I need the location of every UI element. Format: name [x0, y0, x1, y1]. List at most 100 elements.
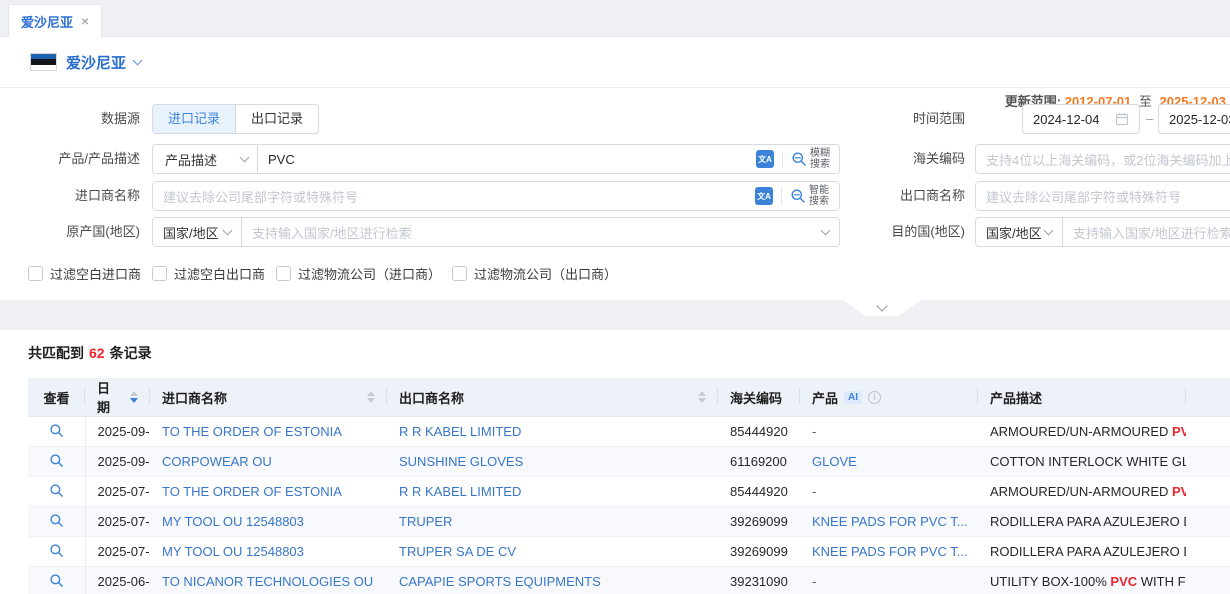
- smart-search-label: 智能 搜索: [809, 185, 829, 208]
- table-row: 2025-07-10 MY TOOL OU 12548803 TRUPER SA…: [28, 537, 1230, 567]
- fuzzy-search-button[interactable]: 模糊 搜索: [791, 148, 830, 171]
- exporter-link[interactable]: CAPAPIE SPORTS EQUIPMENTS: [387, 567, 718, 594]
- importer-link[interactable]: CORPOWEAR OU: [150, 447, 387, 477]
- smart-search-button[interactable]: 智能 搜索: [790, 185, 829, 208]
- filter-blank-importer-checkbox[interactable]: 过滤空白进口商: [28, 264, 141, 283]
- sort-icons-importer[interactable]: [367, 391, 375, 403]
- checkbox[interactable]: [452, 266, 467, 281]
- importer-name-input[interactable]: 建议去除公司尾部字符或特殊符号 文A 智能 搜索: [152, 181, 840, 211]
- importer-link[interactable]: TO NICANOR TECHNOLOGIES OU: [150, 567, 387, 594]
- exporter-link[interactable]: R R KABEL LIMITED: [387, 477, 718, 507]
- description-cell: COTTON INTERLOCK WHITE GLOVES...: [978, 447, 1186, 477]
- import-records-tab[interactable]: 进口记录: [153, 105, 235, 133]
- chevron-down-icon: [223, 226, 233, 236]
- product-cell: -: [800, 417, 978, 447]
- date-cell: 2025-09-08: [85, 447, 150, 477]
- translate-icon[interactable]: 文A: [756, 150, 774, 168]
- end-date-input[interactable]: 2025-12-03: [1158, 104, 1230, 134]
- chevron-down-icon: [1044, 226, 1054, 236]
- date-cell: 2025-09-30: [85, 417, 150, 447]
- origin-placeholder: 支持输入国家/地区进行检索: [252, 223, 412, 242]
- table-row: 2025-09-08 CORPOWEAR OU SUNSHINE GLOVES …: [28, 447, 1230, 477]
- date-cell: 2025-07-10: [85, 537, 150, 567]
- checkbox[interactable]: [28, 266, 43, 281]
- importer-link[interactable]: MY TOOL OU 12548803: [150, 537, 387, 567]
- data-source-toggle: 进口记录 出口记录: [152, 104, 319, 134]
- description-cell: ARMOURED/UN-ARMOURED PVC I...: [978, 477, 1186, 507]
- date-cell: 2025-07-10: [85, 507, 150, 537]
- filter-logistics-exporter-checkbox[interactable]: 过滤物流公司（出口商）: [452, 264, 617, 283]
- view-record-button[interactable]: [28, 507, 85, 537]
- col-header-importer[interactable]: 进口商名称: [150, 378, 387, 417]
- col-header-product: 产品 AI i: [800, 378, 978, 417]
- sort-icons-date[interactable]: [130, 391, 138, 403]
- filler-cell: [1186, 477, 1230, 507]
- calendar-icon: [1115, 112, 1129, 126]
- origin-country-label: 原产国(地区): [0, 217, 140, 247]
- country-name[interactable]: 爱沙尼亚: [66, 52, 126, 73]
- translate-icon[interactable]: 文A: [755, 187, 773, 205]
- app-window: 爱沙尼亚 × 爱沙尼亚 更新范围: 2012-07-01 至 2025-12-0…: [0, 0, 1230, 594]
- close-icon[interactable]: ×: [81, 14, 89, 28]
- hs-code-placeholder: 支持4位以上海关编码，或2位海关编码加上: [986, 150, 1230, 169]
- hscode-cell: 85444920: [718, 477, 800, 507]
- estonia-flag-icon: [30, 53, 57, 71]
- filter-logistics-importer-checkbox[interactable]: 过滤物流公司（进口商）: [276, 264, 441, 283]
- filter-blank-exporter-checkbox[interactable]: 过滤空白出口商: [152, 264, 265, 283]
- sort-icons-exporter[interactable]: [698, 391, 706, 403]
- exporter-link[interactable]: R R KABEL LIMITED: [387, 417, 718, 447]
- product-search-value: PVC: [268, 152, 295, 167]
- fuzzy-search-label: 模糊 搜索: [810, 148, 830, 171]
- view-record-button[interactable]: [28, 537, 85, 567]
- tab-estonia[interactable]: 爱沙尼亚 ×: [8, 4, 102, 37]
- product-link[interactable]: KNEE PADS FOR PVC T...: [800, 507, 978, 537]
- exporter-link[interactable]: TRUPER SA DE CV: [387, 537, 718, 567]
- product-search-input[interactable]: PVC 文A 模糊 搜索: [258, 144, 840, 174]
- chevron-down-icon: [240, 153, 250, 163]
- checkbox[interactable]: [152, 266, 167, 281]
- chevron-down-icon[interactable]: [133, 55, 143, 65]
- dest-country-input[interactable]: 支持输入国家/地区进行检索: [1062, 217, 1230, 247]
- hscode-cell: 39269099: [718, 507, 800, 537]
- filter-row-product: 产品/产品描述 产品描述 PVC 文A 模糊 搜: [0, 144, 1230, 174]
- col-header-date[interactable]: 日期: [85, 378, 150, 417]
- collapse-filters-button[interactable]: [843, 300, 921, 316]
- view-record-button[interactable]: [28, 477, 85, 507]
- checkbox[interactable]: [276, 266, 291, 281]
- importer-link[interactable]: MY TOOL OU 12548803: [150, 507, 387, 537]
- product-link[interactable]: KNEE PADS FOR PVC T...: [800, 537, 978, 567]
- exporter-link[interactable]: SUNSHINE GLOVES: [387, 447, 718, 477]
- summary-suffix: 条记录: [110, 345, 152, 361]
- product-link[interactable]: GLOVE: [800, 447, 978, 477]
- tab-title: 爱沙尼亚: [21, 12, 73, 31]
- filter-panel: 更新范围: 2012-07-01 至 2025-12-03 数据源 进口记录 出…: [0, 87, 1230, 300]
- view-record-button[interactable]: [28, 447, 85, 477]
- product-cell: -: [800, 477, 978, 507]
- exporter-link[interactable]: TRUPER: [387, 507, 718, 537]
- info-icon[interactable]: i: [868, 391, 881, 404]
- divider: [782, 151, 783, 167]
- product-search-group: 产品描述 PVC 文A 模糊 搜索: [152, 144, 840, 174]
- importer-link[interactable]: TO THE ORDER OF ESTONIA: [150, 477, 387, 507]
- hs-code-input[interactable]: 支持4位以上海关编码，或2位海关编码加上: [975, 144, 1230, 174]
- dest-placeholder: 支持输入国家/地区进行检索: [1073, 223, 1230, 242]
- view-record-button[interactable]: [28, 417, 85, 447]
- filler-cell: [1186, 417, 1230, 447]
- col-header-exporter[interactable]: 出口商名称: [387, 378, 718, 417]
- magnifier-icon: [49, 483, 64, 498]
- origin-country-input[interactable]: 支持输入国家/地区进行检索: [241, 217, 840, 247]
- magnifier-icon: [49, 573, 64, 588]
- importer-link[interactable]: TO THE ORDER OF ESTONIA: [150, 417, 387, 447]
- importer-input-icons: 文A 智能 搜索: [755, 185, 829, 208]
- filler-cell: [1186, 447, 1230, 477]
- product-type-select[interactable]: 产品描述: [152, 144, 258, 174]
- origin-country-type-select[interactable]: 国家/地区: [152, 217, 242, 247]
- product-type-value: 产品描述: [165, 150, 217, 169]
- dest-country-type-select[interactable]: 国家/地区: [975, 217, 1063, 247]
- hscode-cell: 39269099: [718, 537, 800, 567]
- start-date-input[interactable]: 2024-12-04: [1022, 104, 1140, 134]
- divider: [781, 188, 782, 204]
- view-record-button[interactable]: [28, 567, 85, 594]
- export-records-tab[interactable]: 出口记录: [235, 105, 318, 133]
- exporter-name-input[interactable]: 建议去除公司尾部字符或特殊符号: [975, 181, 1230, 211]
